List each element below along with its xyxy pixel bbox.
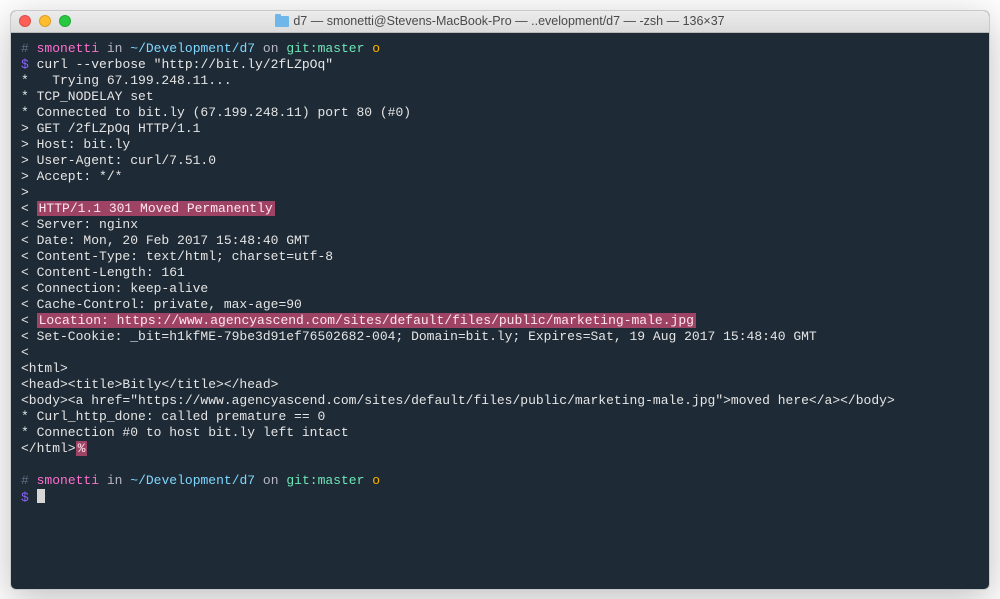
highlighted-location: Location: https://www.agencyascend.com/s…	[37, 313, 696, 328]
output-line: < Connection: keep-alive	[21, 281, 208, 296]
output-line: <body><a href="https://www.agencyascend.…	[21, 393, 895, 408]
command-text: curl --verbose "http://bit.ly/2fLZpOq"	[37, 57, 333, 72]
prompt-dirty: o	[372, 41, 380, 56]
output-line: * Connected to bit.ly (67.199.248.11) po…	[21, 105, 411, 120]
output-line: * Connection #0 to host bit.ly left inta…	[21, 425, 349, 440]
minimize-icon[interactable]	[39, 15, 51, 27]
output-line: > GET /2fLZpOq HTTP/1.1	[21, 121, 200, 136]
prompt-hash: #	[21, 41, 29, 56]
highlighted-status: HTTP/1.1 301 Moved Permanently	[37, 201, 275, 216]
output-line: <html>	[21, 361, 68, 376]
prompt-git: git:	[286, 473, 317, 488]
prompt-dirty: o	[372, 473, 380, 488]
prompt-symbol: $	[21, 490, 29, 505]
window-title: d7 — smonetti@Stevens-MacBook-Pro — ..ev…	[11, 14, 989, 28]
reverse-percent: %	[76, 441, 88, 456]
prompt-path: ~/Development/d7	[130, 41, 255, 56]
window-title-text: d7 — smonetti@Stevens-MacBook-Pro — ..ev…	[293, 14, 724, 28]
folder-icon	[275, 16, 289, 27]
zoom-icon[interactable]	[59, 15, 71, 27]
output-line: > Accept: */*	[21, 169, 122, 184]
traffic-lights	[19, 15, 71, 27]
titlebar[interactable]: d7 — smonetti@Stevens-MacBook-Pro — ..ev…	[11, 11, 989, 33]
prompt-git: git:	[286, 41, 317, 56]
output-line: <	[21, 313, 37, 328]
prompt-hash: #	[21, 473, 29, 488]
prompt-on: on	[263, 473, 279, 488]
output-line: > User-Agent: curl/7.51.0	[21, 153, 216, 168]
output-line: < Server: nginx	[21, 217, 138, 232]
output-line: <	[21, 201, 37, 216]
output-line: <head><title>Bitly</title></head>	[21, 377, 278, 392]
output-line: < Content-Length: 161	[21, 265, 185, 280]
close-icon[interactable]	[19, 15, 31, 27]
output-line: < Content-Type: text/html; charset=utf-8	[21, 249, 333, 264]
prompt-branch: master	[318, 473, 365, 488]
prompt-in: in	[107, 473, 123, 488]
output-line: < Date: Mon, 20 Feb 2017 15:48:40 GMT	[21, 233, 310, 248]
prompt-user: smonetti	[37, 41, 99, 56]
prompt-in: in	[107, 41, 123, 56]
output-line: </html>	[21, 441, 76, 456]
terminal-body[interactable]: # smonetti in ~/Development/d7 on git:ma…	[11, 33, 989, 589]
output-line: * Trying 67.199.248.11...	[21, 73, 232, 88]
prompt-user: smonetti	[37, 473, 99, 488]
output-line: < Cache-Control: private, max-age=90	[21, 297, 302, 312]
prompt-path: ~/Development/d7	[130, 473, 255, 488]
output-line: >	[21, 185, 29, 200]
output-line: < Set-Cookie: _bit=h1kfME-79be3d91ef7650…	[21, 329, 817, 344]
output-line: * TCP_NODELAY set	[21, 89, 154, 104]
prompt-branch: master	[318, 41, 365, 56]
prompt-on: on	[263, 41, 279, 56]
prompt-symbol: $	[21, 57, 29, 72]
cursor	[37, 489, 45, 503]
output-line: * Curl_http_done: called premature == 0	[21, 409, 325, 424]
terminal-window: d7 — smonetti@Stevens-MacBook-Pro — ..ev…	[10, 10, 990, 590]
output-line: <	[21, 345, 29, 360]
output-line: > Host: bit.ly	[21, 137, 130, 152]
